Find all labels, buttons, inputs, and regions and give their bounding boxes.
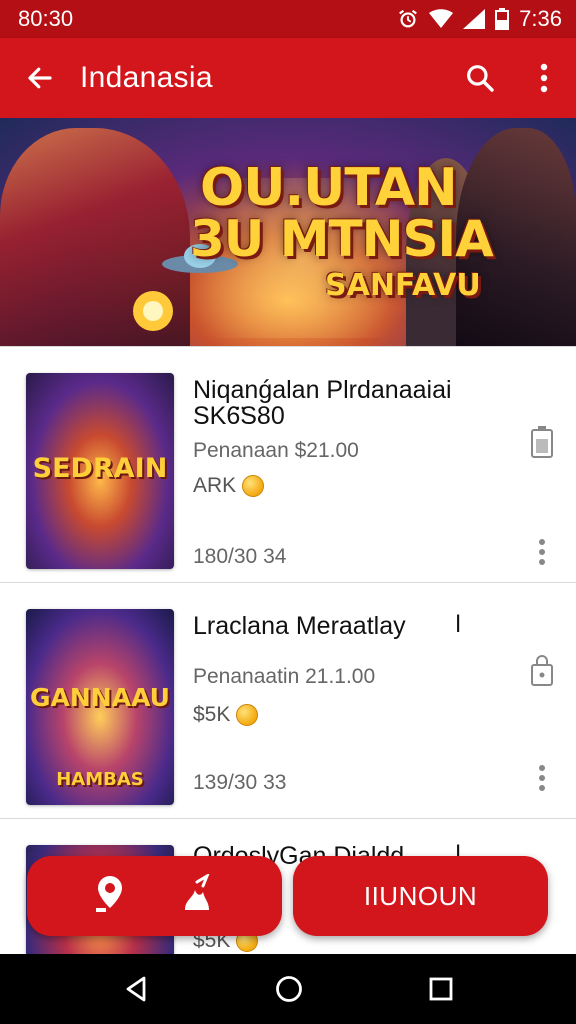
overflow-menu-button[interactable]	[512, 38, 576, 118]
item-coins: $5K	[193, 703, 259, 727]
status-time-right: 7:36	[519, 6, 562, 31]
item-title: Niqanǵalan Plrdanaaiai SK6̈S80	[193, 377, 452, 430]
lock-icon[interactable]	[530, 653, 554, 687]
battery-outline-icon[interactable]	[530, 425, 554, 459]
coin-icon	[242, 475, 265, 497]
thumb-subtitle: HAMBAS	[56, 769, 144, 790]
item-price: Penanaan $21.00	[193, 439, 359, 462]
item-meta: 180/30 34	[193, 545, 287, 568]
battery-icon	[495, 8, 510, 30]
nav-recents-icon[interactable]	[428, 976, 454, 1002]
share-button[interactable]	[177, 871, 217, 919]
item-title-line1: Lraclana Meraatlay	[193, 612, 406, 640]
banner-title-line2: 3U MTNSIA	[190, 210, 494, 268]
promo-banner[interactable]: OU.UTAN 3U MTNSIA SANFAVU ✓	[0, 118, 576, 346]
action-pill-left	[27, 856, 282, 936]
banner-title-line3: SANFAVU	[325, 268, 481, 303]
item-coins: ARK	[193, 474, 265, 498]
banner-title-line1: OU.UTAN	[200, 158, 458, 218]
item-more-button[interactable]	[533, 537, 551, 567]
item-title-line1: Niqanǵalan Plrdanaaiai	[193, 376, 452, 404]
page-title: Indanasia	[80, 61, 213, 94]
status-time-left: 80:30	[18, 6, 74, 31]
status-bar: 80:30 7:36	[0, 0, 576, 38]
banner-fireball-icon	[133, 291, 173, 331]
alarm-icon	[399, 9, 418, 28]
system-nav-bar	[0, 954, 576, 1024]
primary-action-button[interactable]: IIUNOUN	[293, 856, 548, 936]
list-item[interactable]: SEDRAIN Niqanǵalan Plrdanaaiai SK6̈S80 P…	[0, 346, 576, 582]
thumb-title: GANNAAU	[30, 683, 170, 712]
nav-home-icon[interactable]	[274, 974, 304, 1004]
arrow-back-icon	[28, 67, 52, 89]
item-title-line2: SK6̈S80	[193, 402, 285, 431]
flame-icon	[185, 871, 211, 910]
item-thumbnail: GANNAAU HAMBAS	[26, 609, 174, 805]
map-pin-icon	[95, 875, 122, 912]
app-bar: Indanasia	[0, 38, 576, 118]
status-icons: 7:36	[397, 6, 562, 32]
signal-icon	[463, 9, 486, 29]
search-icon	[467, 65, 494, 92]
text-cursor: ǀ	[455, 611, 462, 638]
item-coins-label: ARK	[193, 474, 237, 497]
coin-icon	[236, 704, 259, 726]
item-title: Lraclana Meraatlay	[193, 613, 406, 639]
thumb-title: SEDRAIN	[32, 453, 168, 484]
item-thumbnail: SEDRAIN	[26, 373, 174, 569]
item-meta: 139/30 33	[193, 771, 287, 794]
item-coins-label: $5K	[193, 703, 231, 726]
back-button[interactable]	[0, 38, 80, 118]
more-vert-icon	[540, 63, 548, 93]
search-button[interactable]	[448, 38, 512, 118]
list-item[interactable]: GANNAAU HAMBAS Lraclana Meraatlay ǀ Pena…	[0, 582, 576, 818]
location-button[interactable]	[92, 874, 128, 919]
item-price: Penanaatin 21.1.00	[193, 665, 376, 688]
nav-back-icon[interactable]	[122, 975, 150, 1003]
wifi-icon	[429, 9, 454, 28]
item-more-button[interactable]	[533, 763, 551, 793]
